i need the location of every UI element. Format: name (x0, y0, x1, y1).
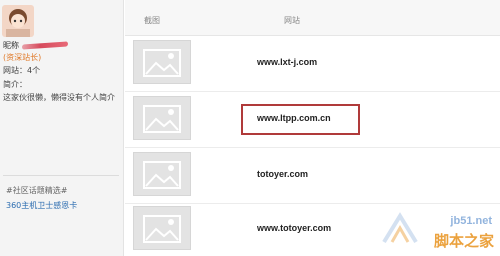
topic-title: #社区话题精选# (6, 186, 68, 195)
column-header-site: 网站 (284, 16, 300, 25)
user-sidebar: 昵称 (资深站长) 网站：4个 简介： 这家伙很懒，懒得没有个人简介 #社区话题… (0, 0, 124, 256)
table-row: totoyer.com (125, 148, 500, 204)
table-header: 截图 网站 (125, 0, 500, 36)
image-placeholder-icon[interactable] (133, 40, 191, 84)
site-link[interactable]: totoyer.com (257, 169, 308, 179)
image-placeholder-icon[interactable] (133, 152, 191, 196)
column-header-screenshot: 截图 (144, 16, 160, 25)
avatar[interactable] (2, 5, 34, 37)
table-row: www.lxt-j.com (125, 36, 500, 92)
intro-text: 这家伙很懒，懒得没有个人简介 (3, 93, 115, 102)
watermark-logo-icon (382, 212, 418, 244)
nickname-row: 昵称 (3, 41, 68, 51)
intro-label: 简介： (3, 80, 27, 89)
user-level: (资深站长) (3, 53, 42, 62)
redacted-nickname (22, 41, 68, 50)
image-placeholder-icon[interactable] (133, 96, 191, 140)
site-link[interactable]: www.lxt-j.com (257, 57, 317, 67)
site-link[interactable]: www.totoyer.com (257, 223, 331, 233)
nickname-label: 昵称 (3, 41, 19, 50)
watermark-domain: jb51.net (450, 215, 492, 227)
sidebar-divider (3, 175, 119, 176)
watermark-name: 脚本之家 (433, 232, 494, 250)
image-placeholder-icon[interactable] (133, 206, 191, 250)
highlight-box (241, 104, 360, 135)
topic-link[interactable]: 360主机卫士感恩卡 (6, 201, 77, 211)
site-count: 网站：4个 (3, 66, 41, 75)
